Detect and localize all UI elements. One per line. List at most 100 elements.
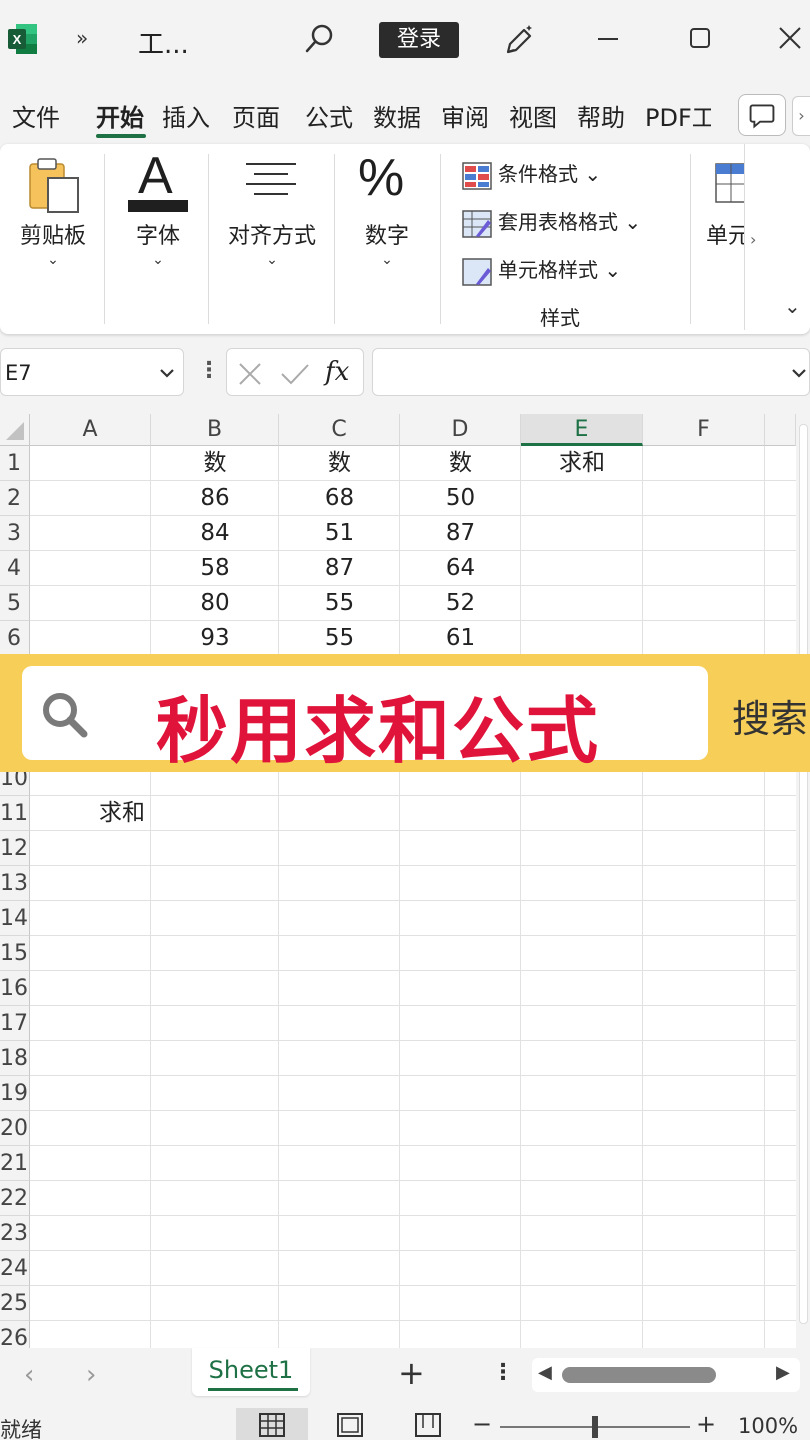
tab-help[interactable]: 帮助	[577, 98, 625, 133]
font-group[interactable]: A 字体 ⌄	[116, 144, 200, 324]
tab-home[interactable]: 开始	[96, 98, 144, 133]
chevron-down-icon[interactable]	[789, 363, 809, 383]
cell-b5[interactable]: 80	[151, 586, 279, 621]
zoom-level[interactable]: 100%	[738, 1414, 798, 1438]
row-header-2[interactable]: 2	[0, 481, 30, 516]
zoom-out-button[interactable]: −	[472, 1410, 492, 1438]
cell-d5[interactable]: 52	[400, 586, 521, 621]
row-header-5[interactable]: 5	[0, 586, 30, 621]
document-title[interactable]: 工...	[138, 24, 189, 61]
row-header-20[interactable]: 20	[0, 1111, 30, 1146]
cell-e1[interactable]: 求和	[521, 446, 643, 481]
enter-icon[interactable]	[279, 361, 311, 387]
add-sheet-button[interactable]: +	[398, 1354, 425, 1392]
row-header-19[interactable]: 19	[0, 1076, 30, 1111]
comment-icon[interactable]	[738, 94, 786, 136]
row-header-16[interactable]: 16	[0, 971, 30, 1006]
vertical-scroll-thumb[interactable]	[799, 424, 808, 1324]
alignment-group[interactable]: 对齐方式 ⌄	[216, 144, 328, 324]
column-header-f[interactable]: F	[643, 414, 765, 446]
cell-d4[interactable]: 64	[400, 551, 521, 586]
cell-b3[interactable]: 84	[151, 516, 279, 551]
cell-c5[interactable]: 55	[279, 586, 400, 621]
tab-pdf-tools[interactable]: PDF工	[645, 98, 711, 133]
row-header-4[interactable]: 4	[0, 551, 30, 586]
cell-c2[interactable]: 68	[279, 481, 400, 516]
row-header-17[interactable]: 17	[0, 1006, 30, 1041]
cell-a11[interactable]: 求和	[30, 796, 151, 831]
prev-sheet-arrow[interactable]: ‹	[24, 1360, 34, 1390]
tab-data[interactable]: 数据	[373, 98, 421, 133]
horizontal-scroll-thumb[interactable]	[562, 1367, 716, 1383]
row-header-15[interactable]: 15	[0, 936, 30, 971]
cancel-icon[interactable]	[237, 361, 263, 387]
column-header-e[interactable]: E	[521, 414, 643, 446]
minimize-button[interactable]	[588, 18, 628, 58]
scroll-right-arrow[interactable]: ▶	[776, 1362, 790, 1383]
banner-search-label[interactable]: 搜索	[732, 688, 808, 743]
maximize-button[interactable]	[680, 18, 720, 58]
tab-view[interactable]: 视图	[509, 98, 557, 133]
conditional-format-button[interactable]: 条件格式 ⌄	[462, 158, 601, 190]
tab-page-layout[interactable]: 页面	[232, 98, 294, 133]
select-all-corner[interactable]	[0, 414, 30, 446]
cells-group[interactable]: 单元	[700, 144, 744, 324]
cell-b2[interactable]: 86	[151, 481, 279, 516]
cell-c4[interactable]: 87	[279, 551, 400, 586]
row-header-23[interactable]: 23	[0, 1216, 30, 1251]
clipboard-group[interactable]: 剪贴板 ⌄	[10, 144, 96, 324]
row-header-6[interactable]: 6	[0, 621, 30, 656]
cell-d1[interactable]: 数	[400, 446, 521, 481]
cell-c3[interactable]: 51	[279, 516, 400, 551]
cell-b1[interactable]: 数	[151, 446, 279, 481]
column-header-partial[interactable]	[765, 414, 796, 446]
excel-app-icon[interactable]: X	[8, 22, 38, 56]
vertical-scrollbar[interactable]	[797, 414, 810, 1348]
cell-c1[interactable]: 数	[279, 446, 400, 481]
copilot-pen-icon[interactable]	[500, 22, 536, 58]
tab-review[interactable]: 审阅	[441, 98, 489, 133]
column-header-a[interactable]: A	[30, 414, 151, 446]
ribbon-scroll-right[interactable]: ›	[792, 96, 810, 136]
tab-formulas[interactable]: 公式	[305, 98, 353, 133]
cell-d2[interactable]: 50	[400, 481, 521, 516]
row-header-14[interactable]: 14	[0, 901, 30, 936]
row-header-25[interactable]: 25	[0, 1286, 30, 1321]
tab-insert[interactable]: 插入	[162, 98, 210, 133]
zoom-in-button[interactable]: +	[696, 1410, 716, 1438]
more-options-icon[interactable]: ⋮	[198, 358, 220, 383]
row-header-21[interactable]: 21	[0, 1146, 30, 1181]
row-header-13[interactable]: 13	[0, 866, 30, 901]
overflow-chevron-icon[interactable]: »	[76, 26, 88, 50]
ribbon-expand-chevron[interactable]: ⌄	[784, 294, 801, 318]
column-header-b[interactable]: B	[151, 414, 279, 446]
search-icon[interactable]	[303, 22, 337, 56]
row-header-12[interactable]: 12	[0, 831, 30, 866]
close-button[interactable]	[770, 18, 810, 58]
name-box[interactable]: E7	[0, 348, 184, 396]
number-group[interactable]: % 数字 ⌄	[344, 144, 430, 324]
column-header-d[interactable]: D	[400, 414, 521, 446]
normal-view-icon[interactable]	[236, 1408, 308, 1440]
horizontal-scrollbar[interactable]: ◀ ▶	[532, 1358, 800, 1392]
row-header-1[interactable]: 1	[0, 446, 30, 481]
page-break-view-icon[interactable]	[392, 1408, 464, 1440]
zoom-slider-thumb[interactable]	[592, 1416, 598, 1438]
cell-style-button[interactable]: 单元格样式 ⌄	[462, 254, 621, 286]
scroll-left-arrow[interactable]: ◀	[538, 1362, 552, 1383]
row-header-26[interactable]: 26	[0, 1321, 30, 1348]
cell-b6[interactable]: 93	[151, 621, 279, 656]
login-button[interactable]: 登录	[379, 22, 459, 58]
chevron-down-icon[interactable]	[157, 363, 177, 383]
banner-search-box[interactable]: 秒用求和公式	[22, 666, 708, 773]
table-format-button[interactable]: 套用表格格式 ⌄	[462, 206, 641, 238]
tab-file[interactable]: 文件	[12, 98, 60, 133]
row-header-24[interactable]: 24	[0, 1251, 30, 1286]
row-header-3[interactable]: 3	[0, 516, 30, 551]
next-sheet-arrow[interactable]: ›	[86, 1360, 96, 1390]
row-header-18[interactable]: 18	[0, 1041, 30, 1076]
sheet-options-icon[interactable]: ⋮	[492, 1360, 514, 1385]
cell-d6[interactable]: 61	[400, 621, 521, 656]
spreadsheet-grid[interactable]: ABCDEF1234567891011121314151617181920212…	[0, 414, 796, 1348]
cell-d3[interactable]: 87	[400, 516, 521, 551]
